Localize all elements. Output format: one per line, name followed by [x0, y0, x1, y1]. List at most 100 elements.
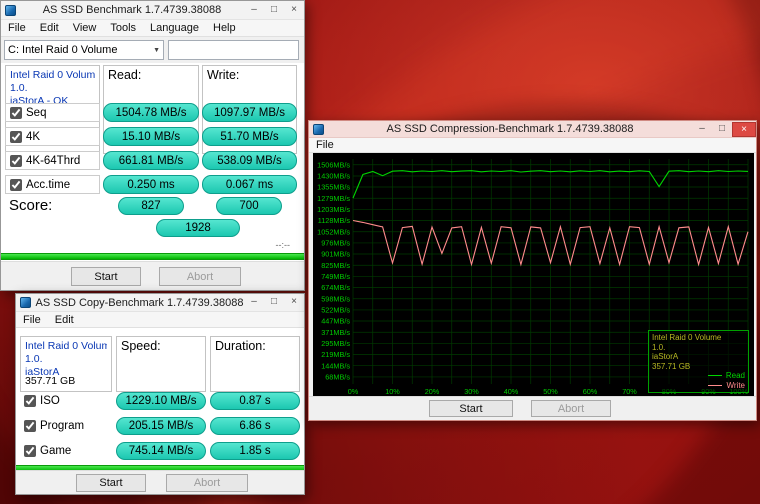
score-write-value: 700 [216, 197, 282, 215]
svg-text:598MB/s: 598MB/s [321, 294, 350, 303]
titlebar[interactable]: AS SSD Compression-Benchmark 1.7.4739.38… [309, 121, 756, 138]
maximize-button[interactable]: □ [712, 122, 732, 137]
minimize-button[interactable]: – [244, 3, 264, 18]
iso-duration-value: 0.87 s [210, 392, 300, 410]
row-4k: 4K [5, 127, 100, 146]
benchmark-progress-bar [1, 253, 304, 260]
maximize-button[interactable]: □ [264, 295, 284, 310]
svg-text:30%: 30% [464, 387, 479, 396]
titlebar[interactable]: AS SSD Benchmark 1.7.4739.38088 – □ × [1, 1, 304, 20]
start-button[interactable]: Start [429, 400, 513, 417]
legend-driver: iaStorA [652, 352, 679, 361]
score-label: Score: [9, 197, 53, 214]
seq-write-value: 1097.97 MB/s [202, 103, 297, 122]
abort-button[interactable]: Abort [159, 267, 241, 286]
svg-text:976MB/s: 976MB/s [321, 239, 350, 248]
svg-text:447MB/s: 447MB/s [321, 317, 350, 326]
start-button[interactable]: Start [71, 267, 141, 286]
compression-footer: Start Abort [309, 396, 756, 420]
benchmark-body: Intel Raid 0 Volume 1.0. iaStorA - OK 10… [1, 63, 304, 261]
svg-text:901MB/s: 901MB/s [321, 250, 350, 259]
window-title: AS SSD Benchmark 1.7.4739.38088 [42, 4, 222, 16]
start-button[interactable]: Start [76, 474, 146, 492]
window-title: AS SSD Copy-Benchmark 1.7.4739.38088 [35, 296, 244, 309]
program-speed-value: 205.15 MB/s [116, 417, 206, 435]
as-ssd-compression-benchmark-window: AS SSD Compression-Benchmark 1.7.4739.38… [308, 120, 757, 421]
legend-capacity: 357.71 GB [652, 361, 691, 371]
abort-button[interactable]: Abort [166, 474, 248, 492]
close-button[interactable]: × [284, 3, 304, 18]
app-icon [20, 297, 31, 308]
menu-file[interactable]: File [16, 313, 48, 327]
maximize-button[interactable]: □ [264, 3, 284, 18]
seq-label: Seq [26, 106, 47, 119]
legend-drive-name: Intel Raid 0 Volume [652, 333, 722, 342]
row-program: Program [20, 417, 112, 435]
chart-legend: Intel Raid 0 Volume 1.0. iaStorA 357.71 … [648, 330, 749, 393]
as-ssd-copy-benchmark-window: AS SSD Copy-Benchmark 1.7.4739.38088 – □… [15, 293, 305, 495]
close-button[interactable]: × [284, 295, 304, 310]
row-4k-64thrd: 4K-64Thrd [5, 151, 100, 170]
menu-tools[interactable]: Tools [103, 21, 143, 35]
svg-text:1430MB/s: 1430MB/s [317, 172, 350, 181]
write-line-swatch [708, 384, 723, 386]
4k-label: 4K [26, 130, 41, 143]
drive-name: Intel Raid 0 Volume [10, 69, 95, 81]
toolbar: C: Intel Raid 0 Volume ▼ [1, 38, 304, 63]
read-header: Read: [108, 68, 142, 82]
titlebar[interactable]: AS SSD Copy-Benchmark 1.7.4739.38088 – □… [16, 294, 304, 312]
menu-language[interactable]: Language [143, 21, 206, 35]
acc-time-checkbox[interactable] [10, 178, 22, 191]
4k-64thrd-checkbox[interactable] [10, 154, 22, 167]
4k-64thrd-write-value: 538.09 MB/s [202, 151, 297, 170]
4k-checkbox[interactable] [10, 130, 22, 143]
copy-footer: Start Abort [16, 470, 304, 494]
menu-edit[interactable]: Edit [48, 313, 81, 327]
menubar: File Edit [16, 312, 304, 328]
game-speed-value: 745.14 MB/s [116, 442, 206, 460]
duration-column-panel: Duration: [210, 336, 300, 392]
svg-text:522MB/s: 522MB/s [321, 306, 350, 315]
menu-edit[interactable]: Edit [33, 21, 66, 35]
program-checkbox[interactable] [24, 420, 36, 432]
menu-help[interactable]: Help [206, 21, 243, 35]
write-header: Write: [207, 68, 240, 82]
close-button[interactable]: × [732, 121, 756, 137]
minimize-button[interactable]: – [244, 295, 264, 310]
menu-view[interactable]: View [66, 21, 104, 35]
drive-select[interactable]: C: Intel Raid 0 Volume ▼ [4, 40, 164, 60]
game-duration-value: 1.85 s [210, 442, 300, 460]
minimize-button[interactable]: – [692, 122, 712, 137]
iso-checkbox[interactable] [24, 395, 36, 407]
legend-read-entry: Read [652, 371, 745, 381]
seq-read-value: 1504.78 MB/s [103, 103, 199, 122]
svg-text:674MB/s: 674MB/s [321, 283, 350, 292]
row-seq: Seq [5, 103, 100, 122]
window-controls: – □ × [244, 1, 304, 19]
iso-speed-value: 1229.10 MB/s [116, 392, 206, 410]
svg-text:1128MB/s: 1128MB/s [318, 216, 351, 225]
menu-file[interactable]: File [309, 138, 341, 152]
menu-file[interactable]: File [1, 21, 33, 35]
chevron-down-icon: ▼ [153, 46, 160, 54]
svg-text:1506MB/s: 1506MB/s [317, 160, 350, 169]
time-remaining-text: --:-- [275, 240, 291, 250]
svg-text:40%: 40% [504, 387, 519, 396]
drive-capacity: 357.71 GB [25, 375, 76, 387]
abort-button[interactable]: Abort [531, 400, 611, 417]
iso-label: ISO [40, 395, 60, 407]
svg-text:1052MB/s: 1052MB/s [317, 227, 350, 236]
menubar: File [309, 138, 756, 153]
game-checkbox[interactable] [24, 445, 36, 457]
svg-text:1203MB/s: 1203MB/s [317, 205, 350, 214]
seq-checkbox[interactable] [10, 106, 22, 119]
game-label: Game [40, 445, 72, 457]
acc-time-write-value: 0.067 ms [202, 175, 297, 194]
window-controls: – □ × [692, 121, 756, 137]
program-label: Program [40, 420, 85, 432]
4k-write-value: 51.70 MB/s [202, 127, 297, 146]
svg-text:0%: 0% [348, 387, 359, 396]
legend-write-entry: Write [652, 381, 745, 391]
drive-name: Intel Raid 0 Volume [25, 340, 107, 352]
as-ssd-benchmark-window: AS SSD Benchmark 1.7.4739.38088 – □ × Fi… [0, 0, 305, 291]
